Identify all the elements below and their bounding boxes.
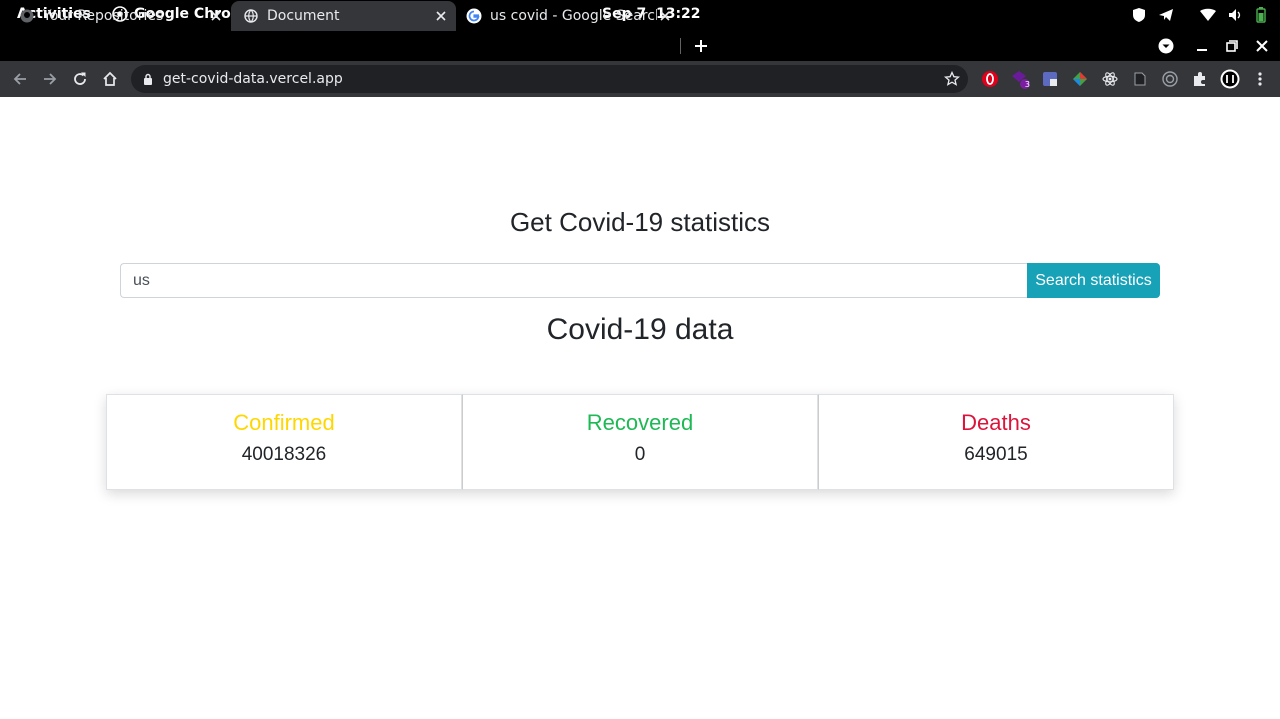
minimize-icon (1197, 49, 1207, 51)
reload-icon (74, 72, 86, 85)
volume-icon (1229, 9, 1241, 21)
recovered-card: Recovered 0 (462, 394, 818, 490)
deaths-card: Deaths 649015 (818, 394, 1174, 490)
confirmed-value: 40018326 (241, 444, 327, 465)
close-icon (1256, 40, 1268, 52)
address-bar[interactable]: get-covid-data.vercel.app (131, 65, 968, 93)
tab-title: Document (267, 8, 340, 24)
google-icon (466, 8, 482, 24)
color-picker-icon (1073, 72, 1087, 86)
minimize-button[interactable] (1193, 37, 1211, 55)
home-icon (103, 71, 117, 86)
puzzle-icon (1194, 72, 1205, 86)
color-extension-button[interactable] (1070, 69, 1090, 89)
tabs-extension-button[interactable]: 3 (1010, 69, 1030, 89)
profile-button[interactable] (1220, 69, 1240, 89)
extensions-button[interactable] (1190, 69, 1210, 89)
bookmark-star-icon[interactable] (944, 71, 960, 87)
github-icon (19, 8, 35, 24)
close-window-button[interactable] (1253, 37, 1271, 55)
chrome-menu-button[interactable] (1250, 69, 1270, 89)
kebab-menu-icon (1258, 72, 1262, 86)
shield-icon (1133, 8, 1145, 22)
recovered-label: Recovered (586, 410, 694, 435)
close-tab-icon[interactable] (208, 8, 224, 24)
translate-icon (1043, 72, 1057, 86)
page-title: Get Covid-19 statistics (509, 207, 771, 237)
opera-extension-button[interactable] (980, 69, 1000, 89)
globe-icon (243, 8, 259, 24)
telegram-icon (1159, 9, 1173, 21)
battery-icon (1256, 7, 1266, 23)
react-icon (1102, 72, 1118, 86)
restore-icon (1226, 40, 1238, 52)
lock-icon (144, 73, 152, 85)
forward-button[interactable] (40, 69, 60, 89)
tab-document[interactable]: Document (231, 1, 456, 31)
opera-icon (982, 71, 998, 87)
url-text: get-covid-data.vercel.app (163, 71, 343, 87)
tab-separator (680, 38, 681, 54)
tab-your-repositories[interactable]: Your Repositories (0, 1, 231, 31)
translate-extension-button[interactable] (1040, 69, 1060, 89)
confirmed-card: Confirmed 40018326 (106, 394, 462, 490)
country-search-input[interactable] (120, 263, 1027, 298)
page-content: Get Covid-19 statistics Search statistic… (0, 97, 1280, 719)
search-statistics-button[interactable]: Search statistics (1027, 263, 1160, 298)
data-section-title: Covid-19 data (546, 313, 734, 346)
system-tray[interactable] (1132, 7, 1266, 23)
maximize-button[interactable] (1223, 37, 1241, 55)
arrow-left-icon (13, 73, 26, 85)
deaths-label: Deaths (961, 410, 1031, 435)
close-tab-icon[interactable] (657, 8, 673, 24)
tab-google-search[interactable]: us covid - Google Search (456, 1, 680, 31)
chevron-down-circle-icon (1158, 38, 1174, 54)
tab-strip (0, 30, 1280, 61)
stats-cards: Confirmed 40018326 Recovered 0 Deaths 64… (106, 394, 1174, 490)
target-extension-button[interactable] (1160, 69, 1180, 89)
search-form: Search statistics (120, 263, 1160, 298)
plus-icon (695, 40, 707, 52)
arrow-right-icon (44, 73, 57, 85)
deaths-value: 649015 (964, 444, 1028, 465)
document-icon (1134, 72, 1146, 86)
document-extension-button[interactable] (1130, 69, 1150, 89)
recovered-value: 0 (634, 444, 646, 465)
home-button[interactable] (100, 69, 120, 89)
avatar-icon (1220, 69, 1240, 89)
close-tab-icon[interactable] (433, 8, 449, 24)
confirmed-label: Confirmed (233, 410, 335, 435)
tab-title: us covid - Google Search (490, 8, 657, 24)
react-devtools-button[interactable] (1100, 69, 1120, 89)
tab-title: Your Repositories (43, 8, 164, 24)
target-icon (1162, 71, 1178, 87)
extension-badge: 3 (1024, 80, 1030, 89)
reload-button[interactable] (70, 69, 90, 89)
wifi-icon (1200, 8, 1216, 21)
browser-toolbar: get-covid-data.vercel.app 3 (0, 61, 1280, 97)
back-button[interactable] (10, 69, 30, 89)
new-tab-button[interactable] (692, 37, 710, 55)
tab-search-button[interactable] (1157, 37, 1175, 55)
